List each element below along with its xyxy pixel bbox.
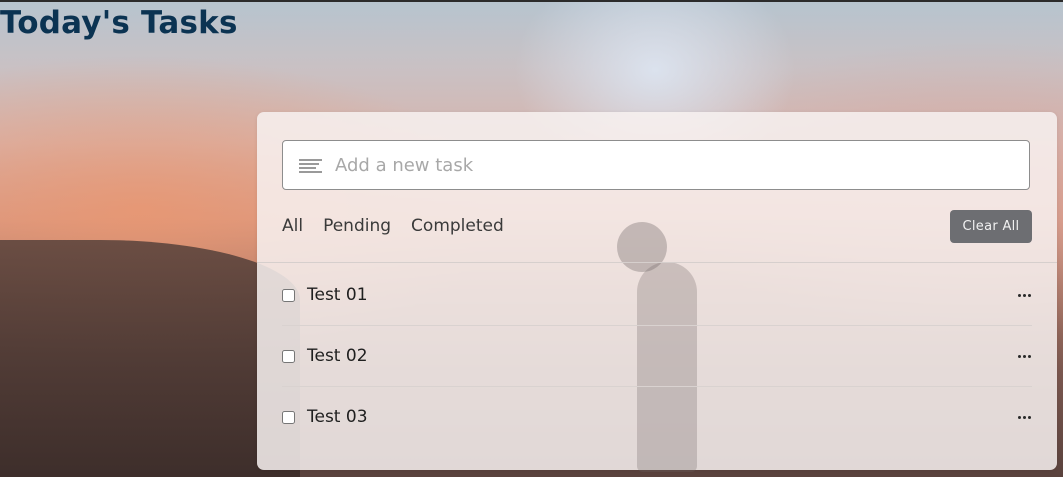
filter-all[interactable]: All (282, 216, 303, 236)
task-checkbox[interactable] (282, 411, 295, 424)
task-name: Test 02 (307, 346, 368, 366)
more-options-icon[interactable] (1018, 407, 1032, 427)
page-title: Today's Tasks (0, 5, 238, 41)
filter-completed[interactable]: Completed (411, 216, 504, 236)
divider (257, 262, 1057, 263)
top-border (0, 0, 1063, 2)
task-checkbox[interactable] (282, 350, 295, 363)
filter-tabs: All Pending Completed (282, 216, 504, 236)
task-name: Test 03 (307, 407, 368, 427)
more-options-icon[interactable] (1018, 346, 1032, 366)
more-options-icon[interactable] (1018, 285, 1032, 305)
add-task-input[interactable] (335, 151, 1005, 179)
background-mountain (0, 240, 300, 477)
task-row: Test 03 (282, 387, 1032, 447)
filter-pending[interactable]: Pending (323, 216, 391, 236)
task-list: Test 01 Test 02 Test 03 (282, 265, 1032, 447)
clear-all-button[interactable]: Clear All (950, 210, 1032, 243)
task-name: Test 01 (307, 285, 368, 305)
task-card: All Pending Completed Clear All Test 01 … (257, 112, 1057, 472)
task-checkbox[interactable] (282, 289, 295, 302)
task-row: Test 01 (282, 265, 1032, 326)
task-input-wrapper (282, 140, 1030, 190)
task-row: Test 02 (282, 326, 1032, 387)
text-lines-icon (299, 159, 322, 174)
